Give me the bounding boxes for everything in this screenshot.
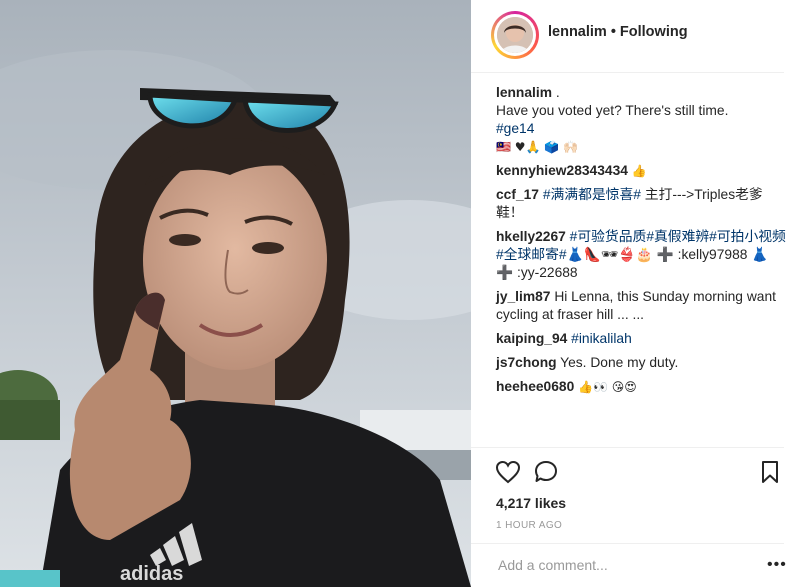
comment-text: 👍👀 😘😍 [578, 380, 637, 394]
avatar-image [497, 17, 533, 53]
caption-text-1: . [555, 85, 560, 100]
caption-username[interactable]: lennalim [496, 85, 552, 100]
comment-username[interactable]: hkelly2267 [496, 229, 566, 244]
post-photo[interactable]: adidas [0, 0, 471, 587]
post-actions: 4,217 likes 1 HOUR AGO [471, 447, 784, 558]
comment-username[interactable]: js7chong [496, 355, 557, 370]
comments-list: lennalim . Have you voted yet? There's s… [496, 84, 786, 402]
caption-emoji: 🇲🇾 ♥🙏 🗳️ 🙌🏻 [496, 140, 578, 154]
caption-text-2: Have you voted yet? There's still time. [496, 103, 729, 118]
post-timestamp: 1 HOUR AGO [496, 520, 563, 531]
comment-item: ccf_17 #满满都是惊喜# 主打--->Triples老爹鞋！ [496, 186, 786, 222]
follow-status-button[interactable]: Following [620, 24, 688, 40]
comment-item: js7chong Yes. Done my duty. [496, 354, 786, 372]
post-author: lennalim • Following [548, 24, 688, 40]
caption: lennalim . Have you voted yet? There's s… [496, 84, 786, 156]
comment-item: heehee0680 👍👀 😘😍 [496, 378, 786, 396]
comment-text: Yes. Done my duty. [560, 355, 679, 370]
comment-username[interactable]: ccf_17 [496, 187, 539, 202]
post-header: lennalim • Following [471, 0, 784, 73]
caption-hashtag[interactable]: #ge14 [496, 120, 786, 138]
comment-username[interactable]: kennyhiew28343434 [496, 163, 628, 178]
comment-hashtag[interactable]: #满满都是惊喜# [543, 187, 641, 202]
comment-username[interactable]: jy_lim87 [496, 289, 550, 304]
comment-item: kaiping_94 #inikalilah [496, 330, 786, 348]
avatar[interactable] [491, 11, 539, 59]
comment-hashtag[interactable]: #inikalilah [571, 331, 632, 346]
comment-item: kennyhiew28343434 👍 [496, 162, 786, 180]
post-detail-panel: lennalim • Following lennalim . Have you v… [471, 0, 800, 587]
more-options-icon[interactable]: ••• [767, 556, 787, 574]
selfie-image: adidas [0, 0, 471, 587]
comment-username[interactable]: heehee0680 [496, 379, 574, 394]
comment-text: 👍 [631, 164, 647, 178]
add-comment-bar: ••• [471, 543, 787, 588]
comment-item: jy_lim87 Hi Lenna, this Sunday morning w… [496, 288, 786, 324]
svg-text:adidas: adidas [120, 563, 183, 585]
comment-icon[interactable] [534, 460, 560, 489]
comment-item: hkelly2267 #可验货品质#真假难辨#可拍小视频#全球邮寄#👗👠🕶👙🎂 … [496, 228, 786, 282]
heart-icon[interactable] [495, 460, 521, 489]
comment-username[interactable]: kaiping_94 [496, 331, 567, 346]
likes-count[interactable]: 4,217 likes [496, 495, 566, 511]
bookmark-icon[interactable] [760, 460, 780, 489]
author-username[interactable]: lennalim [548, 24, 607, 40]
header-separator: • [610, 24, 616, 40]
add-comment-input[interactable] [496, 556, 740, 574]
